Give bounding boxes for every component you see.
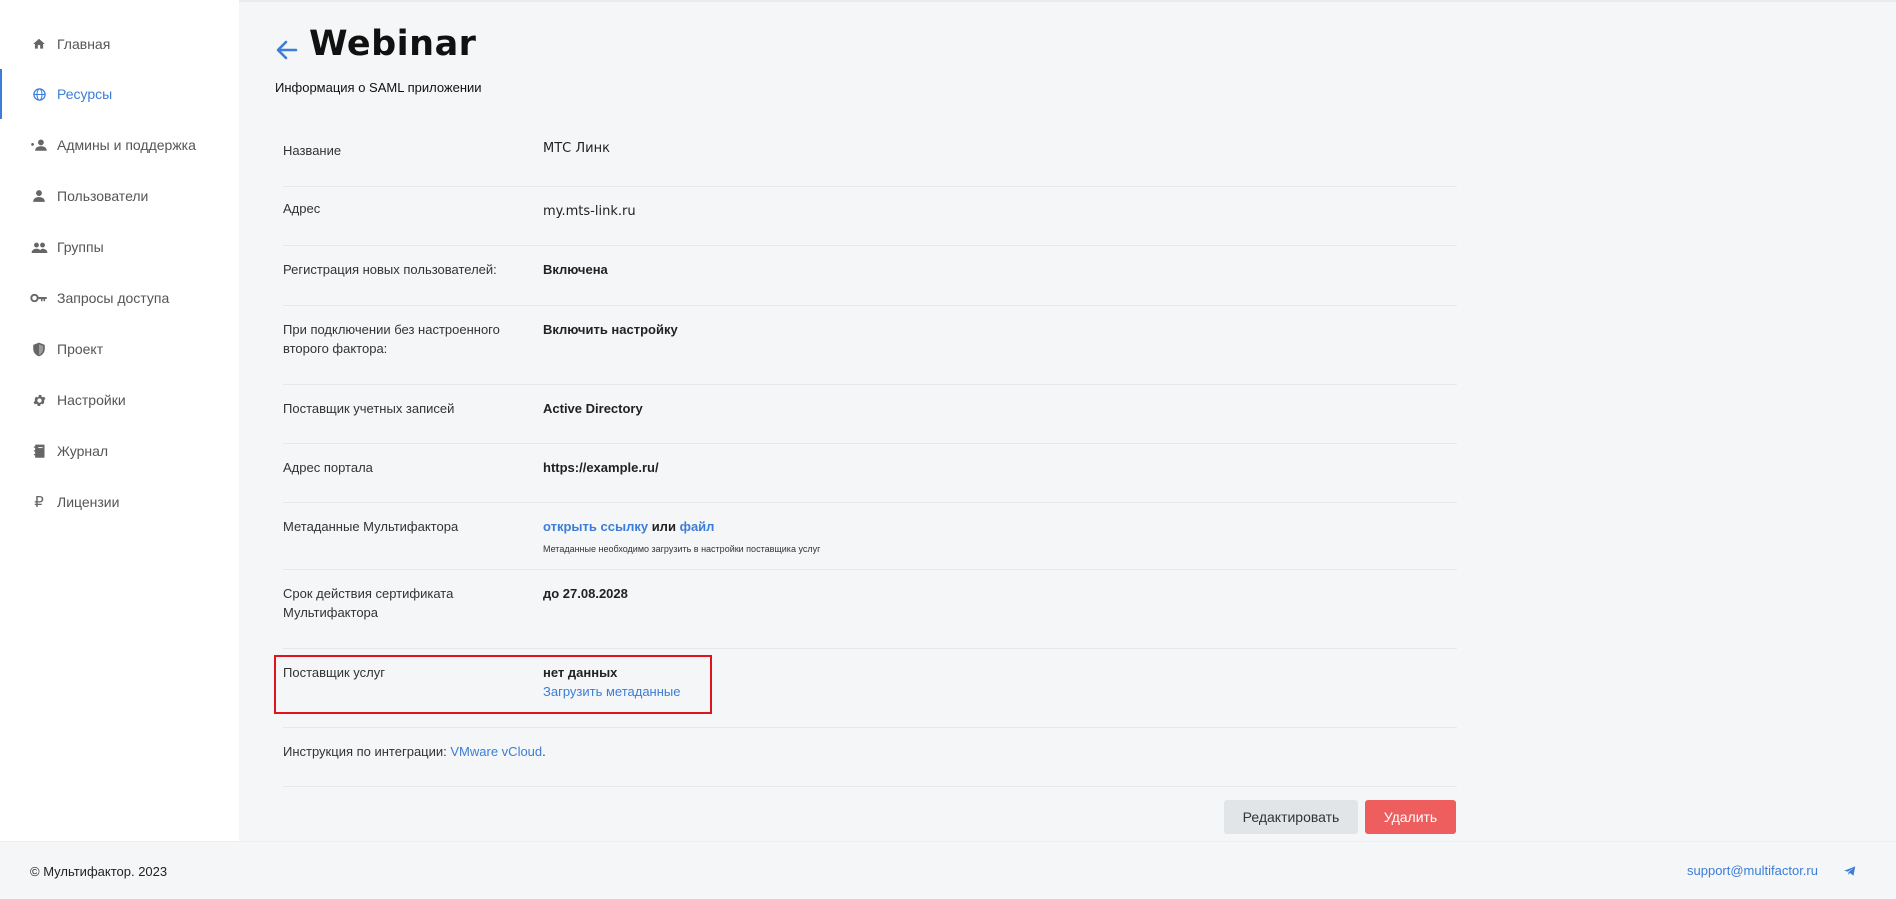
row-certificate: Срок действия сертификата Мультифактора … bbox=[283, 570, 1457, 649]
row-label: Поставщик учетных записей bbox=[283, 401, 455, 416]
row-metadata: Метаданные Мультифактора открыть ссылку … bbox=[283, 503, 1457, 570]
integration-label: Инструкция по интеграции: bbox=[283, 744, 447, 759]
admin-support-icon bbox=[30, 136, 48, 154]
metadata-value: открыть ссылку или файл Метаданные необх… bbox=[543, 517, 820, 559]
sidebar-item-project[interactable]: Проект bbox=[0, 324, 239, 374]
row-integration: Инструкция по интеграции: VMware vCloud. bbox=[283, 728, 1457, 787]
integration-instructions: Инструкция по интеграции: VMware vCloud. bbox=[283, 742, 683, 761]
address-value: my.mts-link.ru bbox=[543, 204, 636, 219]
integration-dot: . bbox=[542, 744, 546, 759]
page-title: Webinar bbox=[309, 24, 477, 64]
back-arrow-icon[interactable] bbox=[274, 37, 300, 63]
edit-button[interactable]: Редактировать bbox=[1224, 800, 1358, 834]
open-metadata-link[interactable]: открыть ссылку bbox=[543, 519, 648, 534]
sidebar-item-label: Лицензии bbox=[57, 494, 120, 510]
row-portal: Адрес портала https://example.ru/ bbox=[283, 444, 1457, 503]
row-label: При подключении без настроенного второго… bbox=[283, 322, 500, 356]
support-email-link[interactable]: support@multifactor.ru bbox=[1687, 863, 1818, 878]
ruble-icon: ₽ bbox=[34, 493, 44, 511]
service-provider-highlight bbox=[274, 655, 712, 714]
metadata-note: Метаданные необходимо загрузить в настро… bbox=[543, 544, 821, 554]
user-icon bbox=[30, 187, 48, 205]
sidebar-item-settings[interactable]: Настройки bbox=[0, 375, 239, 425]
sidebar-item-label: Проект bbox=[57, 341, 104, 357]
sidebar-item-label: Пользователи bbox=[57, 188, 149, 204]
shield-icon bbox=[30, 340, 48, 358]
sidebar-item-journal[interactable]: Журнал bbox=[0, 426, 239, 476]
copyright: © Мультифактор. 2023 bbox=[30, 864, 168, 879]
sidebar-item-access-requests[interactable]: Запросы доступа bbox=[0, 273, 239, 323]
telegram-icon[interactable] bbox=[1843, 864, 1859, 880]
sidebar-item-admins-support[interactable]: Админы и поддержка bbox=[0, 120, 239, 170]
row-label: Адрес bbox=[283, 201, 321, 216]
app-root: Главная Ресурсы Админы и поддержка Польз… bbox=[0, 0, 1896, 899]
row-name: Название МТС Линк bbox=[283, 117, 1457, 187]
row-no-second-factor: При подключении без настроенного второго… bbox=[283, 306, 1457, 385]
row-address: Адрес my.mts-link.ru bbox=[283, 187, 1457, 246]
row-label: Срок действия сертификата Мультифактора bbox=[283, 586, 454, 620]
row-label: Регистрация новых пользователей: bbox=[283, 262, 497, 277]
sidebar-item-label: Главная bbox=[57, 36, 111, 52]
metadata-file-link[interactable]: файл bbox=[680, 519, 715, 534]
sidebar-item-label: Настройки bbox=[57, 392, 126, 408]
sidebar-item-label: Группы bbox=[57, 239, 104, 255]
main-content: Webinar Информация о SAML приложении Наз… bbox=[239, 0, 1896, 841]
key-icon bbox=[30, 289, 48, 307]
row-label: Адрес портала bbox=[283, 460, 373, 475]
sidebar-item-licenses[interactable]: ₽ Лицензии bbox=[0, 477, 239, 527]
sidebar-item-label: Запросы доступа bbox=[57, 290, 170, 306]
group-icon bbox=[30, 238, 48, 256]
certificate-value: до 27.08.2028 bbox=[543, 586, 628, 601]
row-label: Название bbox=[283, 143, 342, 158]
globe-icon bbox=[30, 85, 48, 103]
sidebar-item-resources[interactable]: Ресурсы bbox=[0, 69, 239, 119]
sidebar-item-label: Ресурсы bbox=[57, 86, 113, 102]
sidebar: Главная Ресурсы Админы и поддержка Польз… bbox=[0, 0, 239, 841]
vmware-vcloud-link[interactable]: VMware vCloud bbox=[450, 744, 542, 759]
portal-value: https://example.ru/ bbox=[543, 460, 659, 475]
sidebar-item-users[interactable]: Пользователи bbox=[0, 171, 239, 221]
gear-icon bbox=[30, 391, 48, 409]
sidebar-item-home[interactable]: Главная bbox=[0, 19, 239, 69]
home-icon bbox=[30, 35, 48, 53]
row-label: Метаданные Мультифактора bbox=[283, 519, 459, 534]
name-value: МТС Линк bbox=[543, 141, 610, 156]
sidebar-item-label: Журнал bbox=[57, 443, 109, 459]
sidebar-item-label: Админы и поддержка bbox=[57, 137, 196, 153]
page-subtitle: Информация о SAML приложении bbox=[275, 80, 482, 95]
sidebar-item-groups[interactable]: Группы bbox=[0, 222, 239, 272]
account-provider-value: Active Directory bbox=[543, 401, 643, 416]
row-account-provider: Поставщик учетных записей Active Directo… bbox=[283, 385, 1457, 444]
row-registration: Регистрация новых пользователей: Включен… bbox=[283, 246, 1457, 306]
registration-value: Включена bbox=[543, 262, 608, 277]
metadata-or-text: или bbox=[651, 519, 676, 534]
footer: © Мультифактор. 2023 support@multifactor… bbox=[0, 841, 1896, 899]
no-second-factor-value: Включить настройку bbox=[543, 322, 678, 337]
journal-icon bbox=[30, 442, 48, 460]
delete-button[interactable]: Удалить bbox=[1365, 800, 1456, 834]
